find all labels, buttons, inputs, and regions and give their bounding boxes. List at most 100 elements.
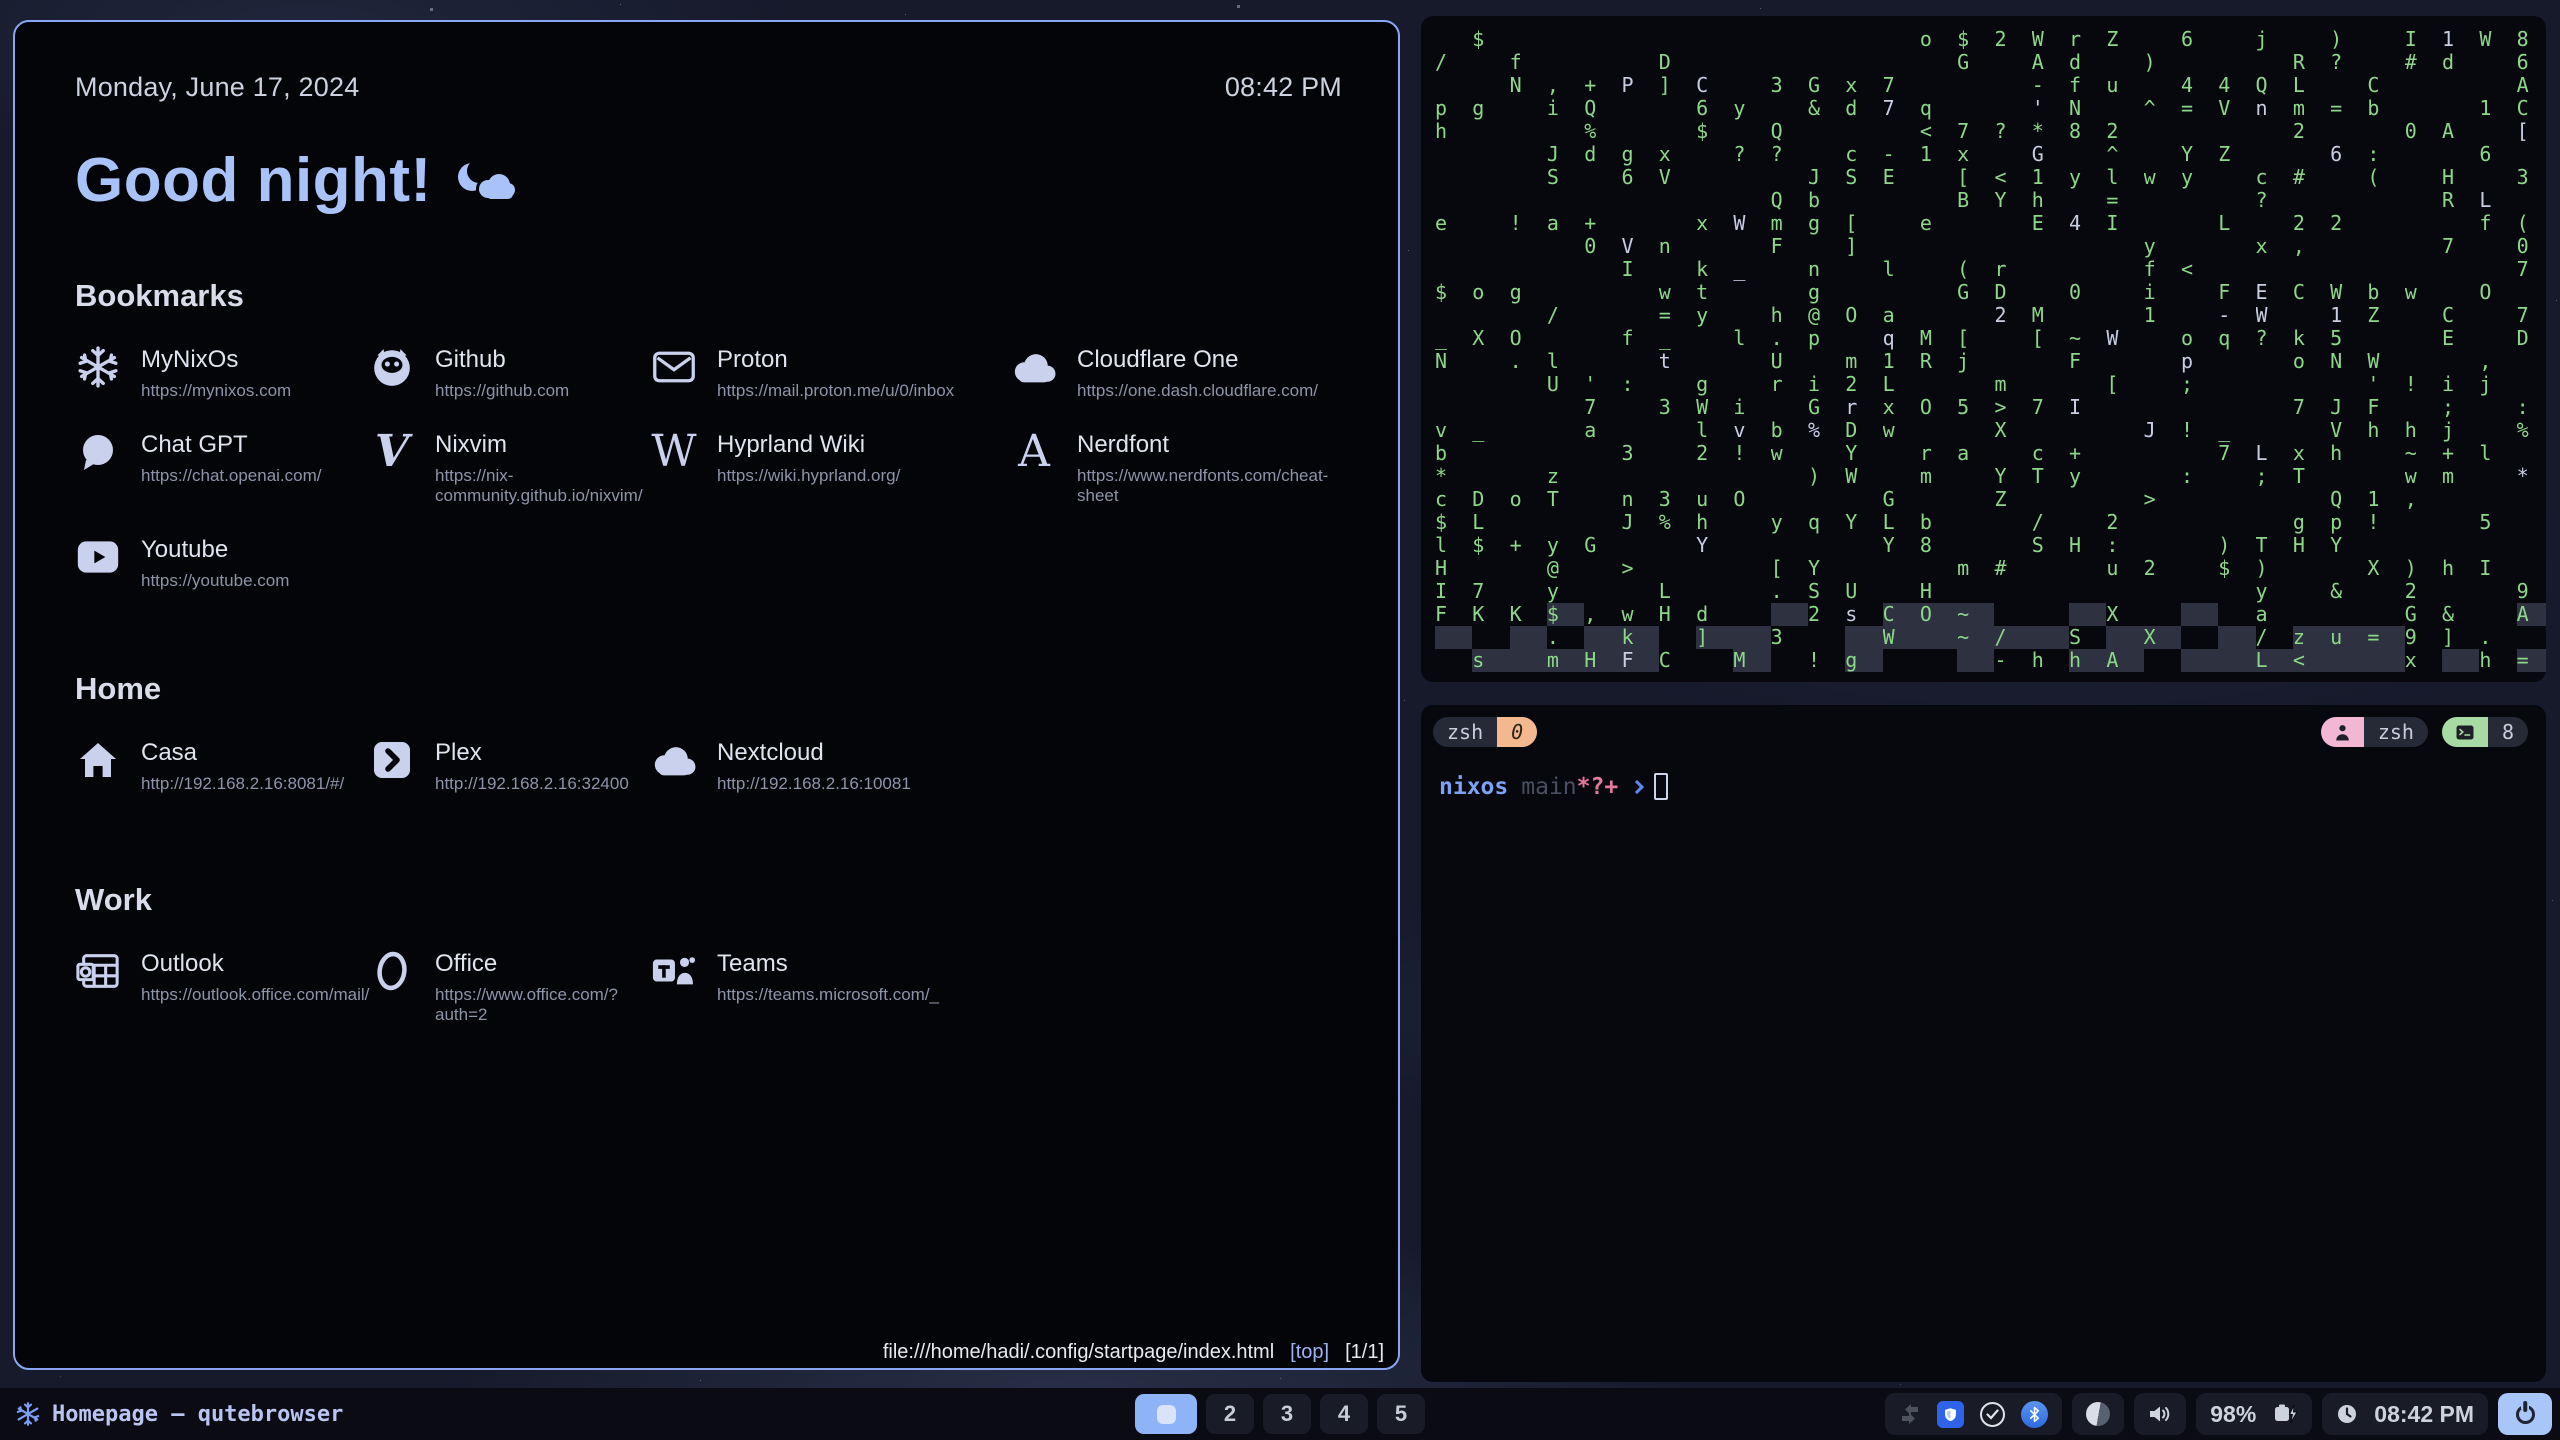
shell-terminal-window[interactable]: zsh 0 zsh 8 — [1421, 705, 2546, 1382]
startpage-sections: Bookmarks MyNixOs https://mynixos.com Gi… — [75, 278, 1342, 1025]
qutebrowser-window[interactable]: Monday, June 17, 2024 08:42 PM Good nigh… — [13, 20, 1400, 1370]
bookmark-link-plex[interactable]: Plex http://192.168.2.16:32400 — [369, 737, 651, 794]
bookmark-url: https://nix-community.github.io/nixvim/ — [435, 466, 651, 506]
terminal-icon — [2442, 717, 2488, 747]
bookmark-title: Casa — [141, 739, 344, 767]
tmux-session-name: zsh — [2364, 717, 2428, 747]
bookmark-link-mynixos[interactable]: MyNixOs https://mynixos.com — [75, 344, 369, 401]
bookmark-link-chat-gpt[interactable]: Chat GPT https://chat.openai.com/ — [75, 429, 369, 506]
bookmark-title: Office — [435, 950, 651, 978]
power-button[interactable] — [2498, 1393, 2552, 1435]
section-home: Home Casa http://192.168.2.16:8081/#/ Pl… — [75, 671, 1342, 794]
tmux-host-label: 8 — [2488, 717, 2528, 747]
bookmark-title: Youtube — [141, 536, 289, 564]
workspace-1[interactable] — [1135, 1394, 1197, 1434]
outlook-icon — [75, 948, 121, 994]
greeting-text: Good night! — [75, 145, 432, 216]
bookmark-grid: MyNixOs https://mynixos.com Github https… — [75, 344, 1342, 591]
bookmark-url: https://www.nerdfonts.com/cheat-sheet — [1077, 466, 1341, 506]
chat-bubble-icon — [75, 429, 121, 475]
bluetooth-icon[interactable] — [2021, 1401, 2048, 1428]
active-workspace-dot — [1157, 1405, 1176, 1424]
prompt-symbol — [1632, 782, 1642, 792]
bookmark-title: Chat GPT — [141, 431, 322, 459]
tmux-window-tab[interactable]: zsh 0 — [1433, 717, 1537, 747]
bookmark-url: https://youtube.com — [141, 571, 289, 591]
statusline-scroll-position: [top] — [1290, 1341, 1329, 1364]
clock-icon — [2336, 1403, 2358, 1425]
bookmark-link-nerdfont[interactable]: A Nerdfont https://www.nerdfonts.com/che… — [1011, 429, 1341, 506]
workspace-switcher: 2345 — [1135, 1394, 1425, 1434]
letter-a-icon: A — [1011, 429, 1057, 475]
section-heading: Bookmarks — [75, 278, 1342, 314]
section-heading: Work — [75, 882, 1342, 918]
nix-snowflake-icon[interactable] — [16, 1402, 40, 1426]
bookmark-link-nextcloud[interactable]: Nextcloud http://192.168.2.16:10081 — [651, 737, 1011, 794]
bookmark-url: http://192.168.2.16:10081 — [717, 774, 911, 794]
battery-group: 98% — [2196, 1393, 2312, 1435]
plex-icon — [369, 737, 415, 783]
bookmark-link-teams[interactable]: Teams https://teams.microsoft.com/_ — [651, 948, 1011, 1025]
workspace-2[interactable]: 2 — [1206, 1394, 1254, 1434]
volume-icon[interactable] — [2148, 1404, 2172, 1424]
night-light-group — [2072, 1393, 2124, 1435]
shield-icon[interactable] — [1937, 1401, 1964, 1428]
matrix-rain: $ o$2WrZ 6 j ) I1W8/ f D G Ad ) R? #d 6 … — [1435, 28, 2546, 672]
shell-prompt[interactable]: nixos main *?+ — [1439, 773, 2546, 800]
bookmark-title: Nextcloud — [717, 739, 911, 767]
bookmark-title: Plex — [435, 739, 629, 767]
office-icon — [369, 948, 415, 994]
workspace-4[interactable]: 4 — [1320, 1394, 1368, 1434]
bookmark-link-youtube[interactable]: Youtube https://youtube.com — [75, 534, 369, 591]
tmux-session-pill[interactable]: zsh — [2321, 717, 2428, 747]
system-tray — [1885, 1393, 2062, 1435]
bookmark-title: Github — [435, 346, 569, 374]
bookmark-link-nixvim[interactable]: V Nixvim https://nix-community.github.io… — [369, 429, 651, 506]
home-icon — [75, 737, 121, 783]
wikipedia-icon: W — [651, 429, 697, 475]
power-icon — [2516, 1405, 2535, 1424]
tmux-host-pill[interactable]: 8 — [2442, 717, 2528, 747]
bookmark-grid: Casa http://192.168.2.16:8081/#/ Plex ht… — [75, 737, 1342, 794]
nextcloud-icon — [651, 737, 697, 783]
bookmark-url: https://teams.microsoft.com/_ — [717, 985, 939, 1005]
bookmark-title: Cloudflare One — [1077, 346, 1318, 374]
bookmark-title: Nerdfont — [1077, 431, 1341, 459]
bookmark-url: https://outlook.office.com/mail/ — [141, 985, 369, 1005]
matrix-terminal-window[interactable]: $ o$2WrZ 6 j ) I1W8/ f D G Ad ) R? #d 6 … — [1421, 16, 2546, 682]
section-heading: Home — [75, 671, 1342, 707]
workspace-5[interactable]: 5 — [1377, 1394, 1425, 1434]
bookmark-url: https://wiki.hyprland.org/ — [717, 466, 900, 486]
night-light-icon[interactable] — [2086, 1402, 2110, 1426]
bookmark-link-proton[interactable]: Proton https://mail.proton.me/u/0/inbox — [651, 344, 1011, 401]
prompt-git-status: *?+ — [1577, 774, 1619, 800]
bookmark-link-hyprland-wiki[interactable]: W Hyprland Wiki https://wiki.hyprland.or… — [651, 429, 1011, 506]
tmux-status-bar: zsh 0 zsh 8 — [1421, 705, 2546, 747]
bookmark-grid: Outlook https://outlook.office.com/mail/… — [75, 948, 1342, 1025]
battery-percentage: 98% — [2210, 1401, 2256, 1428]
section-work: Work Outlook https://outlook.office.com/… — [75, 882, 1342, 1025]
bookmark-url: https://www.office.com/?auth=2 — [435, 985, 651, 1025]
bookmark-url: https://mail.proton.me/u/0/inbox — [717, 381, 954, 401]
statusline-tab-index: [1/1] — [1345, 1341, 1384, 1364]
bookmark-link-github[interactable]: Github https://github.com — [369, 344, 651, 401]
sync-icon[interactable] — [1899, 1404, 1921, 1424]
bookmark-link-cloudflare-one[interactable]: Cloudflare One https://one.dash.cloudfla… — [1011, 344, 1341, 401]
bookmark-link-outlook[interactable]: Outlook https://outlook.office.com/mail/ — [75, 948, 369, 1025]
bookmark-title: Nixvim — [435, 431, 651, 459]
nix-snowflake-icon — [75, 344, 121, 390]
tmux-window-name: zsh — [1433, 717, 1497, 747]
bookmark-url: http://192.168.2.16:8081/#/ — [141, 774, 344, 794]
bookmark-url: http://192.168.2.16:32400 — [435, 774, 629, 794]
user-icon — [2321, 717, 2364, 747]
check-circle-icon[interactable] — [1980, 1402, 2005, 1427]
bookmark-url: https://chat.openai.com/ — [141, 466, 322, 486]
tmux-window-index: 0 — [1497, 717, 1537, 747]
taskbar-window-title-area: Homepage — qutebrowser — [8, 1402, 343, 1427]
workspace-3[interactable]: 3 — [1263, 1394, 1311, 1434]
bookmark-link-casa[interactable]: Casa http://192.168.2.16:8081/#/ — [75, 737, 369, 794]
volume-group — [2134, 1393, 2186, 1435]
bookmark-link-office[interactable]: Office https://www.office.com/?auth=2 — [369, 948, 651, 1025]
github-icon — [369, 344, 415, 390]
startpage-date: Monday, June 17, 2024 — [75, 72, 359, 103]
